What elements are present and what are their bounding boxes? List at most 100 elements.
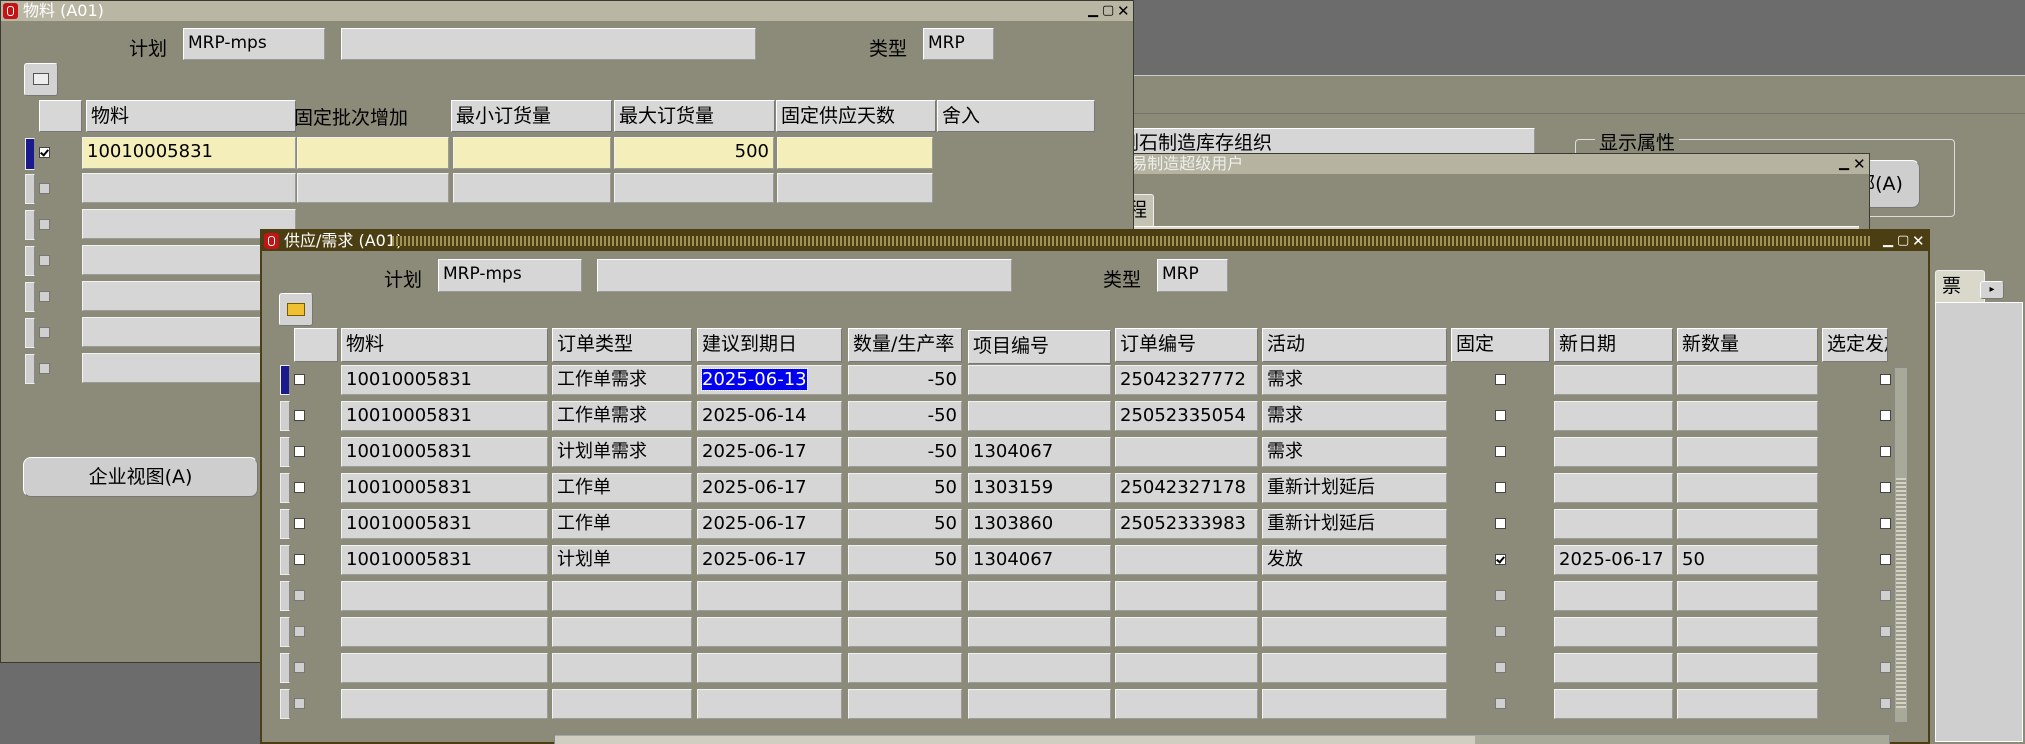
max-order-cell[interactable] xyxy=(614,173,774,203)
select-all-header[interactable] xyxy=(294,328,338,362)
row-indicator[interactable] xyxy=(25,174,35,204)
row-checkbox[interactable] xyxy=(39,147,50,158)
fixed-lot-cell[interactable] xyxy=(297,173,449,203)
order-type-cell[interactable]: 工作单需求 xyxy=(552,401,692,431)
open-folder-tool-button[interactable] xyxy=(279,293,313,326)
folder-tool-button[interactable] xyxy=(24,63,58,96)
action-cell[interactable] xyxy=(1262,617,1447,647)
quantity-cell[interactable]: 50 xyxy=(848,509,962,539)
new-date-cell[interactable] xyxy=(1554,437,1673,467)
release-checkbox[interactable] xyxy=(1880,482,1891,493)
action-cell[interactable]: 需求 xyxy=(1262,365,1447,395)
quantity-cell[interactable]: -50 xyxy=(848,401,962,431)
row-indicator[interactable] xyxy=(280,509,290,539)
row-select-checkbox[interactable] xyxy=(294,446,305,457)
release-checkbox[interactable] xyxy=(1880,662,1891,673)
row-checkbox[interactable] xyxy=(39,255,50,266)
item-cell[interactable]: 10010005831 xyxy=(341,401,548,431)
order-type-cell[interactable]: 工作单 xyxy=(552,473,692,503)
row-indicator[interactable] xyxy=(25,138,35,170)
order-type-cell[interactable]: 工作单 xyxy=(552,509,692,539)
plan-description-field[interactable] xyxy=(597,259,1012,292)
row-checkbox[interactable] xyxy=(39,291,50,302)
order-number-cell[interactable] xyxy=(1115,545,1258,575)
new-date-cell[interactable] xyxy=(1554,509,1673,539)
row-checkbox[interactable] xyxy=(39,183,50,194)
item-cell[interactable]: 10010005831 xyxy=(82,137,296,169)
quantity-cell[interactable] xyxy=(848,581,962,611)
due-date-cell[interactable]: 2025-06-14 xyxy=(697,401,842,431)
new-quantity-cell[interactable] xyxy=(1677,365,1818,395)
order-type-cell[interactable]: 计划单需求 xyxy=(552,437,692,467)
new-quantity-cell[interactable]: 50 xyxy=(1677,545,1818,575)
enterprise-view-button[interactable]: 企业视图(A) xyxy=(23,457,258,497)
row-indicator[interactable] xyxy=(280,545,290,575)
row-indicator[interactable] xyxy=(280,365,290,395)
project-cell[interactable]: 1303860 xyxy=(968,509,1111,539)
release-checkbox[interactable] xyxy=(1880,590,1891,601)
horizontal-scrollbar-thumb[interactable] xyxy=(555,736,1475,744)
item-cell[interactable]: 10010005831 xyxy=(341,365,548,395)
firm-checkbox[interactable] xyxy=(1495,698,1506,709)
due-date-cell[interactable]: 2025-06-17 xyxy=(697,437,842,467)
minimize-icon[interactable]: ▁ xyxy=(1882,231,1894,251)
row-indicator[interactable] xyxy=(25,210,35,240)
order-type-cell[interactable] xyxy=(552,689,692,719)
due-date-cell[interactable] xyxy=(697,581,842,611)
type-field[interactable]: MRP xyxy=(923,28,994,60)
project-cell[interactable]: 1304067 xyxy=(968,545,1111,575)
row-checkbox[interactable] xyxy=(39,219,50,230)
vertical-scrollbar-thumb[interactable] xyxy=(1896,478,1906,708)
row-indicator[interactable] xyxy=(25,246,35,276)
new-date-cell[interactable] xyxy=(1554,653,1673,683)
release-checkbox[interactable] xyxy=(1880,518,1891,529)
order-number-cell[interactable]: 25042327178 xyxy=(1115,473,1258,503)
order-type-cell[interactable]: 计划单 xyxy=(552,545,692,575)
project-cell[interactable]: 1304067 xyxy=(968,437,1111,467)
new-quantity-cell[interactable] xyxy=(1677,473,1818,503)
order-type-cell[interactable] xyxy=(552,581,692,611)
order-number-cell[interactable]: 25052333983 xyxy=(1115,509,1258,539)
new-quantity-cell[interactable] xyxy=(1677,689,1818,719)
item-cell[interactable] xyxy=(341,653,548,683)
vertical-scrollbar[interactable] xyxy=(1894,367,1908,723)
due-date-cell[interactable]: 2025-06-13 xyxy=(697,365,842,395)
action-cell[interactable]: 需求 xyxy=(1262,401,1447,431)
project-cell[interactable] xyxy=(968,689,1111,719)
maximize-icon[interactable]: ▢ xyxy=(1897,231,1909,251)
new-date-cell[interactable] xyxy=(1554,617,1673,647)
item-cell[interactable]: 10010005831 xyxy=(341,437,548,467)
close-icon[interactable]: ✕ xyxy=(1853,154,1866,174)
new-quantity-cell[interactable] xyxy=(1677,617,1818,647)
horizontal-scrollbar[interactable] xyxy=(554,734,1890,744)
tab-invoice[interactable]: 票 xyxy=(1935,270,1985,302)
action-cell[interactable] xyxy=(1262,581,1447,611)
item-cell[interactable]: 10010005831 xyxy=(341,473,548,503)
type-field[interactable]: MRP xyxy=(1157,259,1228,292)
row-indicator[interactable] xyxy=(280,401,290,431)
firm-checkbox[interactable] xyxy=(1495,482,1506,493)
expand-icon[interactable]: ▸ xyxy=(1980,281,2004,299)
new-quantity-cell[interactable] xyxy=(1677,437,1818,467)
new-date-cell[interactable]: 2025-06-17 xyxy=(1554,545,1673,575)
row-indicator[interactable] xyxy=(280,581,290,611)
action-cell[interactable] xyxy=(1262,653,1447,683)
project-cell[interactable] xyxy=(968,617,1111,647)
release-checkbox[interactable] xyxy=(1880,698,1891,709)
new-date-cell[interactable] xyxy=(1554,581,1673,611)
action-cell[interactable]: 重新计划延后 xyxy=(1262,509,1447,539)
release-checkbox[interactable] xyxy=(1880,410,1891,421)
order-type-cell[interactable] xyxy=(552,653,692,683)
project-cell[interactable]: 1303159 xyxy=(968,473,1111,503)
quantity-cell[interactable] xyxy=(848,689,962,719)
firm-checkbox[interactable] xyxy=(1495,518,1506,529)
row-select-checkbox[interactable] xyxy=(294,698,305,709)
row-select-checkbox[interactable] xyxy=(294,518,305,529)
row-select-checkbox[interactable] xyxy=(294,590,305,601)
quantity-cell[interactable]: 50 xyxy=(848,545,962,575)
row-indicator[interactable] xyxy=(280,617,290,647)
quantity-cell[interactable] xyxy=(848,653,962,683)
item-cell[interactable] xyxy=(341,581,548,611)
new-quantity-cell[interactable] xyxy=(1677,509,1818,539)
minimize-icon[interactable]: ▁ xyxy=(1838,154,1850,174)
